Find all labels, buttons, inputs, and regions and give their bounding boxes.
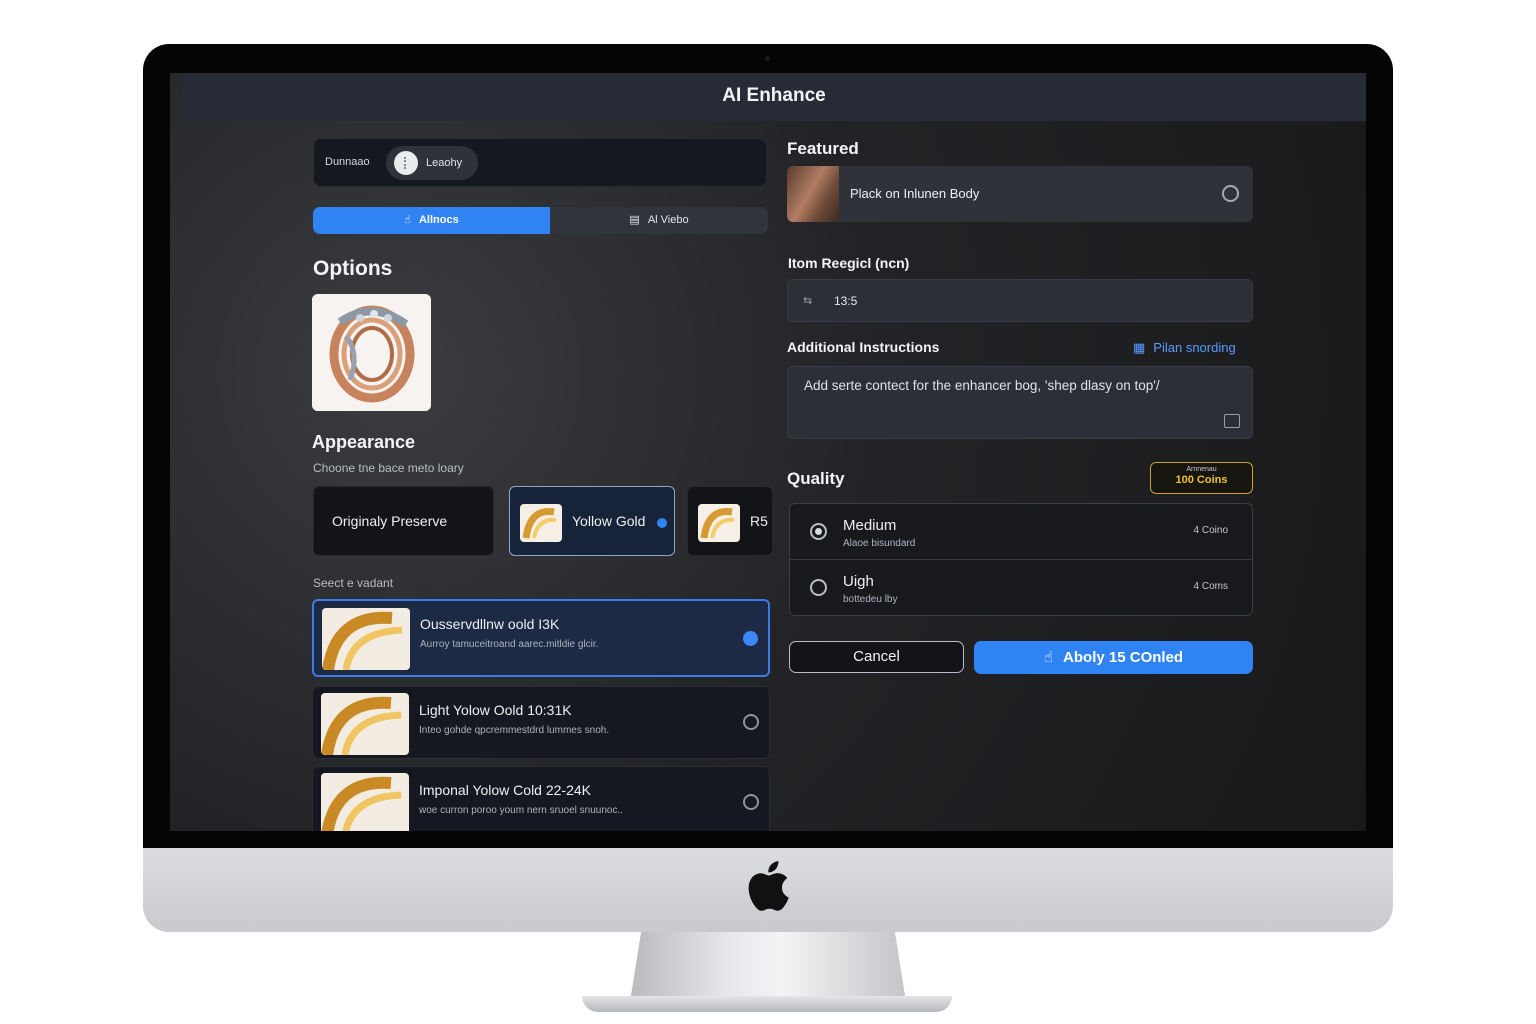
cancel-button[interactable]: Cancel <box>789 641 964 673</box>
quality-name: Medium <box>843 517 897 534</box>
instructions-label: Additional Instructions <box>787 339 940 355</box>
quality-cost: 4 Coms <box>1193 581 1228 592</box>
variant-radio[interactable] <box>743 631 758 646</box>
item-region-label: Itom Reegicl (ncn) <box>788 255 910 271</box>
variant-radio[interactable] <box>743 714 759 730</box>
gold-ring-thumbnail <box>698 504 740 542</box>
selected-indicator <box>657 518 667 528</box>
tab-allnocs[interactable]: ☝ Allnocs <box>313 207 550 234</box>
loading-icon <box>394 151 418 175</box>
featured-option[interactable]: Plack on Inlunen Body <box>787 166 1253 222</box>
plan-link[interactable]: ▦ Pilan snording <box>1133 340 1236 356</box>
gold-ring-thumbnail <box>322 608 410 670</box>
apple-logo-icon <box>748 861 789 911</box>
appearance-subtitle: Choone tne bace meto loary <box>313 461 464 475</box>
variant-desc: woe curron poroo youm nern sruoel snuuno… <box>419 805 624 816</box>
tab-ai-viebo[interactable]: ▤ Al Viebo <box>550 207 768 234</box>
plan-link-label: Pilan snording <box>1153 340 1236 355</box>
tab-ai-viebo-label: Al Viebo <box>647 214 689 226</box>
ring-preview-image[interactable] <box>312 294 431 411</box>
stack-icon: ▤ <box>629 214 640 226</box>
quality-option-medium[interactable]: Medium Alaoe bisundard 4 Coino <box>790 504 1252 560</box>
variant-heading: Seect e vadant <box>313 576 394 590</box>
variant-name: Ousservdllnw oold I3K <box>420 616 560 632</box>
variant-desc: Aurroy tamuceitroand aarec.mitldie glcir… <box>420 639 599 650</box>
item-region-input[interactable]: ⇆ 13:5 <box>787 279 1253 322</box>
monitor-stand <box>630 932 906 1002</box>
source-selector[interactable]: Dunnaao Leaohy <box>313 138 767 187</box>
quality-options: Medium Alaoe bisundard 4 Coino Uigh bott… <box>789 503 1253 616</box>
chip-r5[interactable]: R5 <box>687 486 773 556</box>
options-heading: Options <box>313 257 393 280</box>
variant-radio[interactable] <box>743 794 759 810</box>
chip-label: Originaly Preserve <box>332 513 448 529</box>
instructions-text: Add serte contect for the enhancer bog, … <box>804 378 1160 393</box>
quality-heading: Quality <box>787 469 845 488</box>
monitor-stand-base <box>582 996 952 1012</box>
chip-originaly-preserve[interactable]: Originaly Preserve <box>313 486 494 556</box>
coins-badge-caption: Arnnenau <box>1186 466 1217 473</box>
grid-icon: ▦ <box>1133 340 1146 355</box>
titlebar: AI Enhance <box>182 73 1366 121</box>
chip-label: Yollow Gold <box>572 513 646 529</box>
apply-button[interactable]: ☝ Aboly 15 COnled <box>974 641 1253 674</box>
hand-photo-thumbnail <box>787 166 839 222</box>
gold-ring-thumbnail <box>321 693 409 755</box>
source-pill[interactable]: Leaohy <box>386 146 478 180</box>
screen: AI Enhance Dunnaao Leaohy ☝ Allnocs ▤ Al V… <box>170 73 1366 831</box>
quality-radio[interactable] <box>810 523 827 540</box>
featured-heading: Featured <box>787 139 859 158</box>
chip-label: R5 <box>750 513 768 529</box>
variant-desc: Inteo gohde qpcremmestdrd lummes snoh. <box>419 725 610 736</box>
image-attach-icon[interactable] <box>1224 414 1240 428</box>
appearance-heading: Appearance <box>312 432 416 452</box>
quality-name: Uigh <box>843 573 874 590</box>
variant-row[interactable]: Imponal Yolow Cold 22-24K woe curron por… <box>312 766 770 831</box>
quality-desc: Alaoe bisundard <box>843 538 916 549</box>
quality-option-high[interactable]: Uigh bottedeu lby 4 Coms <box>790 560 1252 615</box>
instructions-textarea[interactable]: Add serte contect for the enhancer bog, … <box>787 366 1253 439</box>
variant-row[interactable]: Light Yolow Oold 10:31K Inteo gohde qpcr… <box>312 686 770 759</box>
chip-yellow-gold[interactable]: Yollow Gold <box>509 486 675 556</box>
gold-ring-thumbnail <box>321 773 409 831</box>
hand-pointer-icon: ☝ <box>404 214 411 226</box>
ruler-icon: ⇆ <box>803 295 813 307</box>
hand-pointer-icon: ☝ <box>1043 649 1054 666</box>
camera <box>765 56 770 61</box>
quality-radio[interactable] <box>810 579 827 596</box>
window-title: AI Enhance <box>722 85 826 106</box>
quality-desc: bottedeu lby <box>843 594 898 605</box>
variant-name: Light Yolow Oold 10:31K <box>419 702 572 718</box>
tab-allnocs-label: Allnocs <box>418 214 459 226</box>
source-label: Dunnaao <box>325 156 370 168</box>
featured-radio[interactable] <box>1222 185 1239 202</box>
featured-option-label: Plack on Inlunen Body <box>850 186 980 201</box>
coins-badge-value: 100 Coins <box>1175 474 1228 486</box>
mode-tabs: ☝ Allnocs ▤ Al Viebo <box>313 207 768 234</box>
apply-button-label: Aboly 15 COnled <box>1063 649 1184 666</box>
source-pill-label: Leaohy <box>426 157 463 169</box>
gold-ring-thumbnail <box>520 504 562 542</box>
item-region-value: 13:5 <box>834 294 858 308</box>
variant-row[interactable]: Ousservdllnw oold I3K Aurroy tamuceitroa… <box>312 599 770 677</box>
quality-cost: 4 Coino <box>1193 525 1228 536</box>
variant-name: Imponal Yolow Cold 22-24K <box>419 782 592 798</box>
coins-badge: Arnnenau 100 Coins <box>1150 462 1253 494</box>
